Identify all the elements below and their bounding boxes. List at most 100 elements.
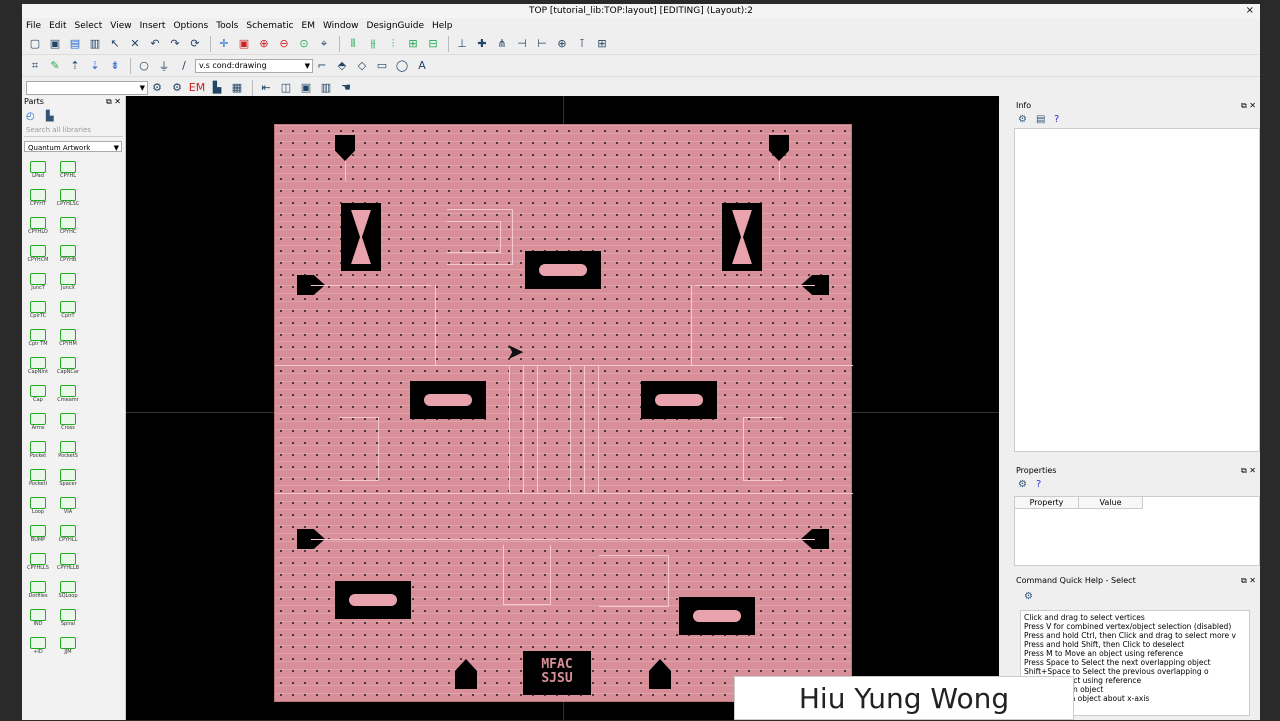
- component-item[interactable]: CapNInt: [24, 352, 52, 379]
- menu-em[interactable]: EM: [298, 21, 319, 31]
- help-icon[interactable]: ?: [1054, 114, 1059, 125]
- launch-pad[interactable]: [455, 659, 477, 689]
- component-item[interactable]: PocketI: [24, 464, 52, 491]
- component-select[interactable]: ▼: [26, 80, 148, 95]
- menu-schematic[interactable]: Schematic: [242, 21, 297, 31]
- launch-pad[interactable]: [649, 659, 671, 689]
- component-item[interactable]: CPYHL: [54, 156, 82, 183]
- menu-file[interactable]: File: [22, 21, 45, 31]
- qubit-pocket[interactable]: [679, 597, 755, 635]
- circle-node-icon[interactable]: ○: [135, 57, 153, 75]
- component-item[interactable]: CPYHLSC: [54, 184, 82, 211]
- menu-designguide[interactable]: DesignGuide: [362, 21, 428, 31]
- component-item[interactable]: CplrTC: [24, 296, 52, 323]
- branch-icon[interactable]: ⋔: [493, 35, 511, 53]
- undo-icon[interactable]: ↶: [146, 35, 164, 53]
- panel-float-close-icon[interactable]: ⧉ ✕: [1241, 575, 1256, 587]
- column-property[interactable]: Property: [1015, 497, 1079, 509]
- component-item[interactable]: BUMP: [24, 520, 52, 547]
- zoom-prev-icon[interactable]: ⊙: [295, 35, 313, 53]
- hand-icon[interactable]: ☚: [337, 79, 355, 97]
- zoom-out-icon[interactable]: ⊖: [275, 35, 293, 53]
- align-center-icon[interactable]: ⫵: [364, 35, 382, 53]
- pencil-icon[interactable]: /: [175, 57, 193, 75]
- cross-icon[interactable]: ✚: [473, 35, 491, 53]
- flatten-icon[interactable]: ⇤: [257, 79, 275, 97]
- component-item[interactable]: Spacer: [54, 464, 82, 491]
- ground-icon[interactable]: ⏚: [155, 57, 173, 75]
- component-item[interactable]: CapNCar: [54, 352, 82, 379]
- component-item[interactable]: Cross: [54, 408, 82, 435]
- em-icon[interactable]: EM: [188, 79, 206, 97]
- place-icon[interactable]: ⇟: [106, 57, 124, 75]
- library-select[interactable]: Quantum Artwork ▼: [24, 141, 122, 152]
- down-icon[interactable]: ⇣: [86, 57, 104, 75]
- grid-icon[interactable]: ⊞: [593, 35, 611, 53]
- parts-search-input[interactable]: Search all libraries: [24, 126, 123, 137]
- component-item[interactable]: CPYHLO: [24, 212, 52, 239]
- chip-layout[interactable]: MFAC SJSU: [274, 124, 853, 702]
- ruler-icon[interactable]: ⊥: [453, 35, 471, 53]
- layer-select[interactable]: v.s cond:drawing ▼: [195, 58, 313, 73]
- select-arrow-icon[interactable]: ↖: [106, 35, 124, 53]
- tune-icon[interactable]: ⚙: [168, 79, 186, 97]
- component-item[interactable]: Arms: [24, 408, 52, 435]
- component-item[interactable]: Cplr TM: [24, 324, 52, 351]
- component-item[interactable]: VIA: [54, 492, 82, 519]
- polygon-icon[interactable]: ◇: [353, 57, 371, 75]
- refresh-icon[interactable]: ⟳: [186, 35, 204, 53]
- history-icon[interactable]: ◴: [26, 111, 35, 122]
- library-browser-icon[interactable]: ▙: [46, 111, 54, 122]
- help-icon[interactable]: ?: [1036, 479, 1041, 490]
- close-icon[interactable]: ×: [1246, 4, 1254, 18]
- component-item[interactable]: LPad: [24, 156, 52, 183]
- layout-canvas[interactable]: MFAC SJSU ➤: [126, 96, 999, 720]
- edit-vertex-icon[interactable]: ✎: [46, 57, 64, 75]
- qubit-pocket[interactable]: [525, 251, 601, 289]
- junction-block[interactable]: [722, 203, 762, 271]
- wire-icon[interactable]: ⌗: [26, 57, 44, 75]
- component-item[interactable]: Dotfiles: [24, 576, 52, 603]
- component-item[interactable]: IND: [24, 604, 52, 631]
- layers-icon[interactable]: ▥: [317, 79, 335, 97]
- insert-pin-icon[interactable]: ⊣: [513, 35, 531, 53]
- component-item[interactable]: CPYHCM: [24, 240, 52, 267]
- target-icon[interactable]: ⊕: [553, 35, 571, 53]
- move-icon[interactable]: ⇡: [66, 57, 84, 75]
- rectangle-icon[interactable]: ▭: [373, 57, 391, 75]
- print-icon[interactable]: ▥: [86, 35, 104, 53]
- 3d-icon[interactable]: ◫: [277, 79, 295, 97]
- component-item[interactable]: CPYHT: [24, 184, 52, 211]
- component-item[interactable]: SQLoop: [54, 576, 82, 603]
- launch-pad[interactable]: [335, 135, 355, 161]
- insert-text-icon[interactable]: ⊺: [573, 35, 591, 53]
- component-item[interactable]: CPYHLL: [54, 520, 82, 547]
- simulate-icon[interactable]: ⚙: [148, 79, 166, 97]
- component-item[interactable]: CplrT: [54, 296, 82, 323]
- component-item[interactable]: +ID: [24, 632, 52, 659]
- print-icon[interactable]: ▤: [1036, 114, 1045, 125]
- panel-float-close-icon[interactable]: ⧉ ✕: [106, 96, 121, 108]
- circle-icon[interactable]: ◯: [393, 57, 411, 75]
- redo-icon[interactable]: ↷: [166, 35, 184, 53]
- align-left-icon[interactable]: ⫴: [344, 35, 362, 53]
- align-right-icon[interactable]: ⫶: [384, 35, 402, 53]
- box-icon[interactable]: ▣: [297, 79, 315, 97]
- open-folder-icon[interactable]: ▣: [46, 35, 64, 53]
- distribute-icon[interactable]: ⊞: [404, 35, 422, 53]
- library-icon[interactable]: ▦: [228, 79, 246, 97]
- component-item[interactable]: CPYHC: [54, 212, 82, 239]
- menu-edit[interactable]: Edit: [45, 21, 70, 31]
- junction-block[interactable]: [341, 203, 381, 271]
- menu-options[interactable]: Options: [169, 21, 212, 31]
- menu-view[interactable]: View: [106, 21, 135, 31]
- snap-icon[interactable]: ⊟: [424, 35, 442, 53]
- port-icon[interactable]: ⊢: [533, 35, 551, 53]
- qubit-pocket[interactable]: [410, 381, 486, 419]
- new-file-icon[interactable]: ▢: [26, 35, 44, 53]
- component-item[interactable]: JuncT: [24, 268, 52, 295]
- component-item[interactable]: CPYHB: [54, 240, 82, 267]
- component-item[interactable]: Spiral: [54, 604, 82, 631]
- component-item[interactable]: Pocket: [24, 436, 52, 463]
- component-item[interactable]: JuncX: [54, 268, 82, 295]
